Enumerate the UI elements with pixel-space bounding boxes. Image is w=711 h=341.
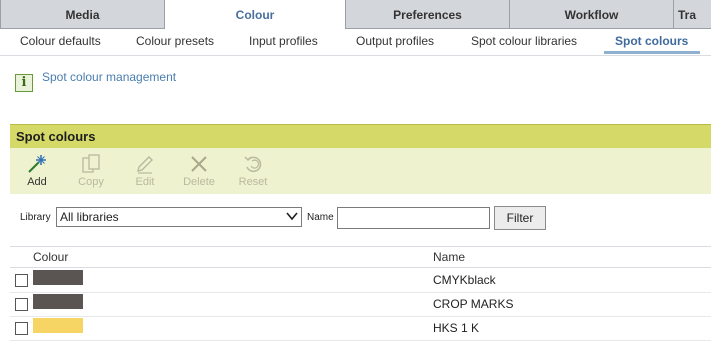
colour-swatch <box>33 294 83 309</box>
table-header: Colour Name <box>10 246 711 268</box>
filter-button[interactable]: Filter <box>494 206 546 230</box>
tab-preferences[interactable]: Preferences <box>345 0 509 28</box>
copy-icon <box>82 154 100 173</box>
colour-swatch <box>33 270 83 285</box>
subtab-output-profiles[interactable]: Output profiles <box>356 29 434 55</box>
table-row[interactable]: HKS 1 K <box>10 316 711 341</box>
reset-icon <box>244 156 262 173</box>
library-select-value: All libraries <box>60 210 119 224</box>
panel-header: Spot colours <box>10 124 711 148</box>
subtab-spot-colour-libraries[interactable]: Spot colour libraries <box>471 29 577 55</box>
column-header-name[interactable]: Name <box>433 250 465 264</box>
active-subtab-indicator <box>604 51 700 54</box>
add-button[interactable]: Add <box>17 153 57 188</box>
library-label: Library <box>20 212 51 223</box>
colour-swatch <box>33 318 83 333</box>
colour-name: CMYKblack <box>433 273 496 287</box>
name-label: Name <box>307 212 334 223</box>
edit-label: Edit <box>135 176 155 188</box>
panel-title: Spot colours <box>16 129 96 144</box>
edit-button[interactable]: Edit <box>125 153 165 188</box>
main-tab-bar: Media Colour Preferences Workflow Tra <box>0 0 711 29</box>
column-header-colour[interactable]: Colour <box>33 250 68 264</box>
delete-label: Delete <box>183 176 215 188</box>
reset-label: Reset <box>238 176 268 188</box>
reset-button[interactable]: Reset <box>233 153 273 188</box>
chevron-down-icon <box>286 212 298 221</box>
pencil-icon <box>137 156 153 174</box>
delete-x-icon <box>191 156 207 172</box>
library-select[interactable]: All libraries <box>56 207 302 227</box>
tab-media[interactable]: Media <box>0 0 164 28</box>
add-label: Add <box>27 176 47 188</box>
tab-truncated[interactable]: Tra <box>673 0 711 28</box>
tab-colour[interactable]: Colour <box>164 0 345 29</box>
colour-name: HKS 1 K <box>433 321 480 335</box>
colour-name: CROP MARKS <box>433 297 514 311</box>
spot-colour-management-link[interactable]: Spot colour management <box>42 70 176 84</box>
info-icon: i <box>15 74 33 92</box>
subtab-colour-presets[interactable]: Colour presets <box>136 29 214 55</box>
toolbar: Add Copy Edit Delete Reset <box>10 148 711 194</box>
name-input[interactable] <box>337 207 490 229</box>
add-sparkle-icon <box>28 155 46 173</box>
subtab-colour-defaults[interactable]: Colour defaults <box>20 29 101 55</box>
filter-row: Library All libraries Name Filter <box>10 195 711 239</box>
row-checkbox[interactable] <box>15 322 28 335</box>
subtab-input-profiles[interactable]: Input profiles <box>249 29 318 55</box>
table-row[interactable]: CROP MARKS <box>10 292 711 317</box>
row-checkbox[interactable] <box>15 274 28 287</box>
copy-label: Copy <box>78 176 104 188</box>
table-row[interactable]: CMYKblack <box>10 268 711 293</box>
delete-button[interactable]: Delete <box>179 153 219 188</box>
tab-workflow[interactable]: Workflow <box>509 0 673 28</box>
row-checkbox[interactable] <box>15 298 28 311</box>
copy-button[interactable]: Copy <box>71 153 111 188</box>
